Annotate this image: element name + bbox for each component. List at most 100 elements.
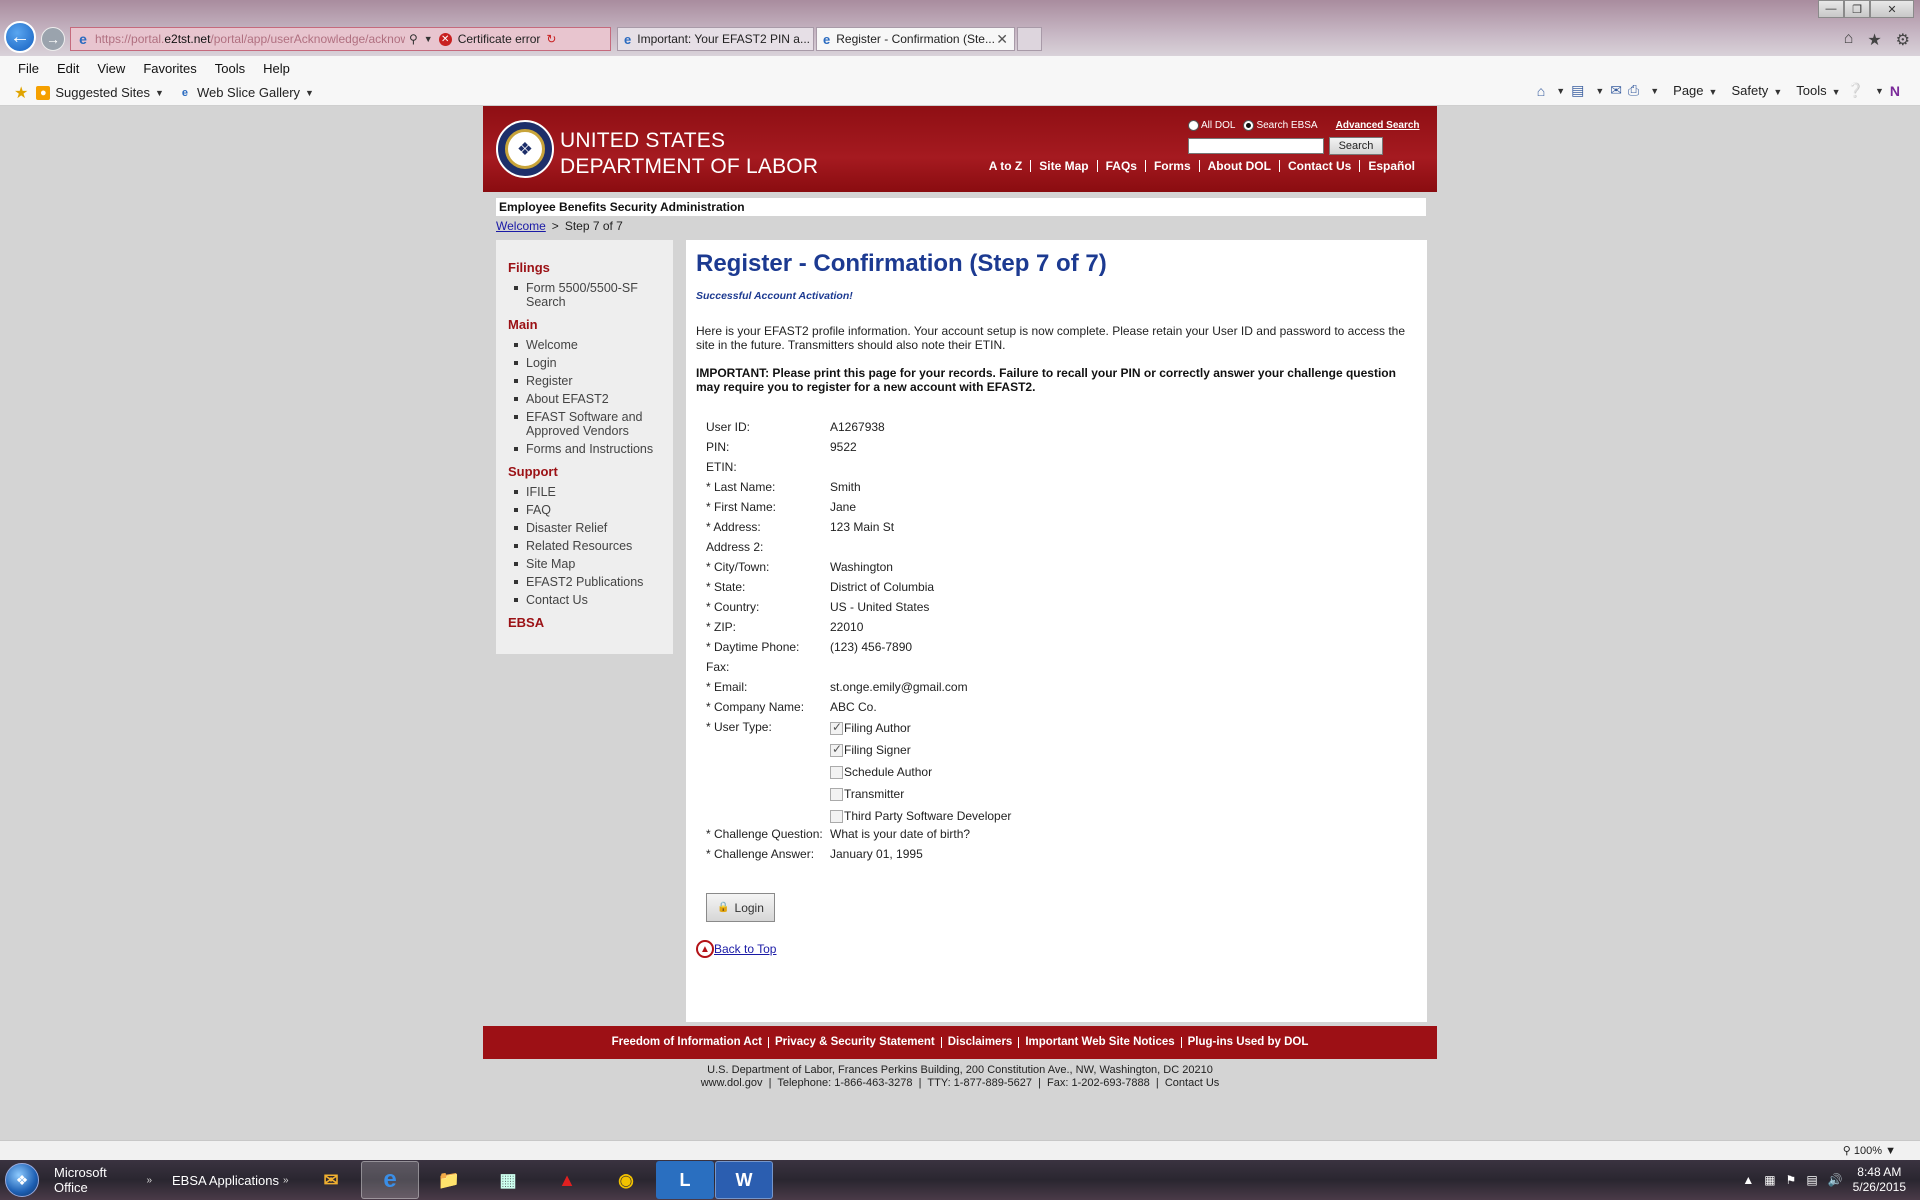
file-explorer-icon[interactable]: 📁 [420,1161,478,1199]
system-clock[interactable]: 8:48 AM 5/26/2015 [1853,1165,1906,1195]
menu-help[interactable]: Help [263,61,290,76]
topnav-faqs[interactable]: FAQs [1096,160,1145,172]
sidebar-item-ifile[interactable]: IFILE [514,485,654,499]
sidebar-heading-support[interactable]: Support [508,464,673,479]
action-center-flag-icon[interactable]: ⚑ [1786,1173,1797,1187]
tray-app-icon[interactable]: ▦ [1764,1173,1775,1187]
footer-link-privacy[interactable]: Privacy & Security Statement [767,1036,941,1048]
radio-all-dol[interactable] [1188,120,1199,131]
home-icon[interactable]: ⌂ [1844,30,1854,50]
lync-icon[interactable]: L [656,1161,714,1199]
topnav-site-map[interactable]: Site Map [1030,160,1096,172]
footer-link-notices[interactable]: Important Web Site Notices [1018,1036,1180,1048]
sidebar-item-login[interactable]: Login [514,356,654,370]
checkbox-third-party-dev[interactable] [830,809,843,823]
topnav-espanol[interactable]: Español [1359,160,1423,172]
back-button[interactable]: ← [4,21,36,53]
dol-seal-logo[interactable]: ❖ [496,120,554,178]
mail-icon[interactable]: ✉ [1610,82,1622,99]
sidebar-item-efast2-publications[interactable]: EFAST2 Publications [514,575,654,589]
tools-menu[interactable]: Tools ▼ [1796,83,1840,98]
chevron-down-icon[interactable]: ▼ [1556,86,1565,96]
onenote-icon[interactable]: N [1890,83,1900,99]
sidebar-item-related-resources[interactable]: Related Resources [514,539,654,553]
footer-link-disclaimers[interactable]: Disclaimers [940,1036,1019,1048]
add-favorite-star-icon[interactable]: ★ [14,83,28,103]
chevron-down-icon[interactable]: ▼ [1595,86,1604,96]
restore-button[interactable]: ❐ [1844,0,1870,18]
toolbar-microsoft-office[interactable]: Microsoft Office» [44,1160,162,1200]
dropdown-icon[interactable]: ▼ [424,34,433,44]
sidebar-item-form-5500-search[interactable]: Form 5500/5500-SF Search [514,281,654,309]
footer-link-foia[interactable]: Freedom of Information Act [606,1036,768,1048]
back-to-top-link[interactable]: Back to Top [714,942,776,956]
checkbox-schedule-author[interactable] [830,765,843,779]
sidebar-item-faq[interactable]: FAQ [514,503,654,517]
start-button[interactable]: ❖ [0,1160,44,1200]
network-icon[interactable]: ▤ [1806,1173,1817,1187]
safety-menu[interactable]: Safety ▼ [1731,83,1782,98]
browser-tab-register-confirmation[interactable]: e Register - Confirmation (Ste... ✕ [816,27,1015,51]
search-icon[interactable]: ⚲ [409,32,418,46]
topnav-forms[interactable]: Forms [1144,160,1199,172]
sidebar-item-register[interactable]: Register [514,374,654,388]
address-bar[interactable]: e https://portal.e2tst.net/portal/app/us… [70,27,611,51]
home-command-icon[interactable]: ⌂ [1537,83,1545,99]
advanced-search-link[interactable]: Advanced Search [1336,120,1420,131]
new-tab-button[interactable] [1017,27,1042,51]
settings-gear-icon[interactable]: ⚙ [1896,30,1910,50]
refresh-icon[interactable]: ↻ [546,32,556,46]
sidebar-item-disaster-relief[interactable]: Disaster Relief [514,521,654,535]
sidebar-item-contact-us[interactable]: Contact Us [514,593,654,607]
address-url[interactable]: https://portal.e2tst.net/portal/app/user… [95,32,405,46]
browser-tab-efast2-pin[interactable]: e Important: Your EFAST2 PIN a... [617,27,814,51]
minimize-button[interactable]: — [1818,0,1844,18]
close-window-button[interactable]: ✕ [1870,0,1914,18]
checkbox-filing-author[interactable] [830,720,843,735]
favorites-star-icon[interactable]: ★ [1867,30,1881,50]
footer-link-plugins[interactable]: Plug-ins Used by DOL [1180,1036,1315,1048]
print-icon[interactable]: ⎙ [1628,82,1639,99]
forward-button[interactable]: → [41,27,65,51]
sidebar-item-forms-instructions[interactable]: Forms and Instructions [514,442,654,456]
show-hidden-icons-icon[interactable]: ▲ [1742,1173,1754,1187]
internet-explorer-icon[interactable]: e [361,1161,419,1199]
site-search-input[interactable] [1188,138,1324,154]
checkbox-filing-signer[interactable] [830,742,843,757]
radio-search-ebsa[interactable] [1243,120,1255,131]
menu-favorites[interactable]: Favorites [143,61,196,76]
sidebar-item-software-vendors[interactable]: EFAST Software and Approved Vendors [514,410,654,438]
web-slice-gallery-item[interactable]: e Web Slice Gallery ▼ [178,85,314,100]
topnav-a-to-z[interactable]: A to Z [981,160,1031,172]
login-button[interactable]: 🔒 Login [706,893,775,922]
feeds-icon[interactable]: ▤ [1571,82,1584,99]
chevron-down-icon[interactable]: ▼ [1650,86,1659,96]
certificate-error-text[interactable]: Certificate error [458,32,541,46]
agency-name[interactable]: UNITED STATES DEPARTMENT OF LABOR [560,128,818,180]
volume-icon[interactable]: 🔊 [1828,1173,1843,1187]
breadcrumb-welcome-link[interactable]: Welcome [496,219,546,233]
word-icon[interactable]: W [715,1161,773,1199]
topnav-about-dol[interactable]: About DOL [1198,160,1279,172]
acrobat-icon[interactable]: ▲ [538,1161,596,1199]
menu-file[interactable]: File [18,61,39,76]
sidebar-item-about-efast2[interactable]: About EFAST2 [514,392,654,406]
menu-edit[interactable]: Edit [57,61,79,76]
toolbar-ebsa-applications[interactable]: EBSA Applications» [162,1160,302,1200]
checkbox-transmitter[interactable] [830,787,843,801]
suggested-sites-item[interactable]: ● Suggested Sites ▼ [36,85,164,100]
topnav-contact-us[interactable]: Contact Us [1278,160,1359,172]
menu-tools[interactable]: Tools [215,61,245,76]
site-search-button[interactable]: Search [1329,137,1383,155]
chevron-down-icon[interactable]: ▼ [1875,86,1884,96]
sidebar-heading-filings[interactable]: Filings [508,260,673,275]
outlook-icon[interactable]: ✉ [302,1161,360,1199]
chrome-icon[interactable]: ◉ [597,1161,655,1199]
up-arrow-icon[interactable]: ▲ [696,940,714,958]
help-icon[interactable]: ❔ [1847,82,1864,99]
sidebar-heading-main[interactable]: Main [508,317,673,332]
sidebar-heading-ebsa[interactable]: EBSA [508,615,673,630]
menu-view[interactable]: View [97,61,125,76]
close-tab-icon[interactable]: ✕ [996,31,1008,48]
zoom-level[interactable]: ⚲ 100% ▼ [1843,1144,1896,1157]
